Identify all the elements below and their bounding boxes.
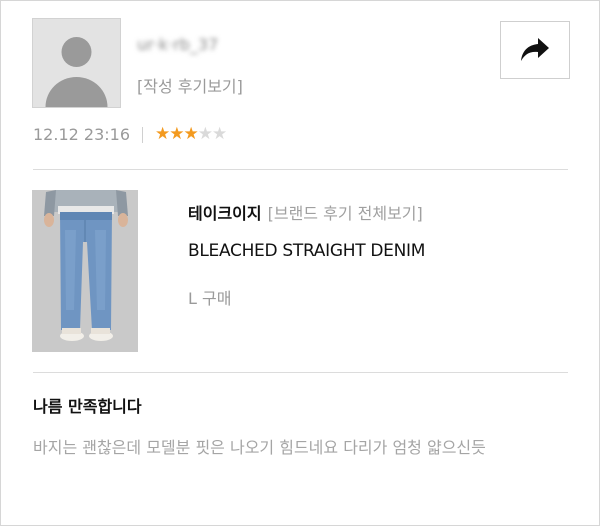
review-card: ur·k·rb_37 [작성 후기보기] 12.12 23:16 ★ ★ ★ ★ ★ (0, 0, 600, 526)
brand-row: 테이크이지 [브랜드 후기 전체보기] (188, 200, 423, 224)
brand-name[interactable]: 테이크이지 (188, 204, 262, 223)
review-title: 나름 만족합니다 (33, 397, 142, 416)
product-thumbnail[interactable] (32, 190, 138, 352)
star-filled-icon: ★ (169, 124, 184, 144)
divider (33, 372, 568, 373)
share-arrow-icon (521, 38, 549, 61)
star-empty-icon: ★ (212, 124, 227, 144)
divider (33, 169, 568, 170)
user-silhouette-icon (45, 37, 108, 107)
meta-divider (142, 126, 143, 143)
star-filled-icon: ★ (183, 124, 199, 144)
product-photo (32, 190, 138, 352)
star-filled-icon: ★ (155, 124, 170, 144)
username[interactable]: ur·k·rb_37 (137, 35, 218, 54)
review-datetime: 12.12 23:16 (33, 125, 130, 144)
product-name[interactable]: BLEACHED STRAIGHT DENIM (188, 241, 425, 261)
star-empty-icon: ★ (197, 124, 213, 144)
review-body: 바지는 괜찮은데 모델분 핏은 나오기 힘드네요 다리가 엄청 얇으신듯 (33, 438, 486, 457)
review-meta: 12.12 23:16 ★ ★ ★ ★ ★ (33, 124, 227, 144)
purchase-option: L 구매 (188, 289, 232, 308)
brand-reviews-link[interactable]: [브랜드 후기 전체보기] (268, 204, 423, 223)
view-user-reviews-link[interactable]: [작성 후기보기] (137, 73, 243, 97)
star-rating: ★ ★ ★ ★ ★ (155, 124, 227, 144)
share-button[interactable] (500, 21, 570, 79)
avatar (32, 18, 121, 108)
